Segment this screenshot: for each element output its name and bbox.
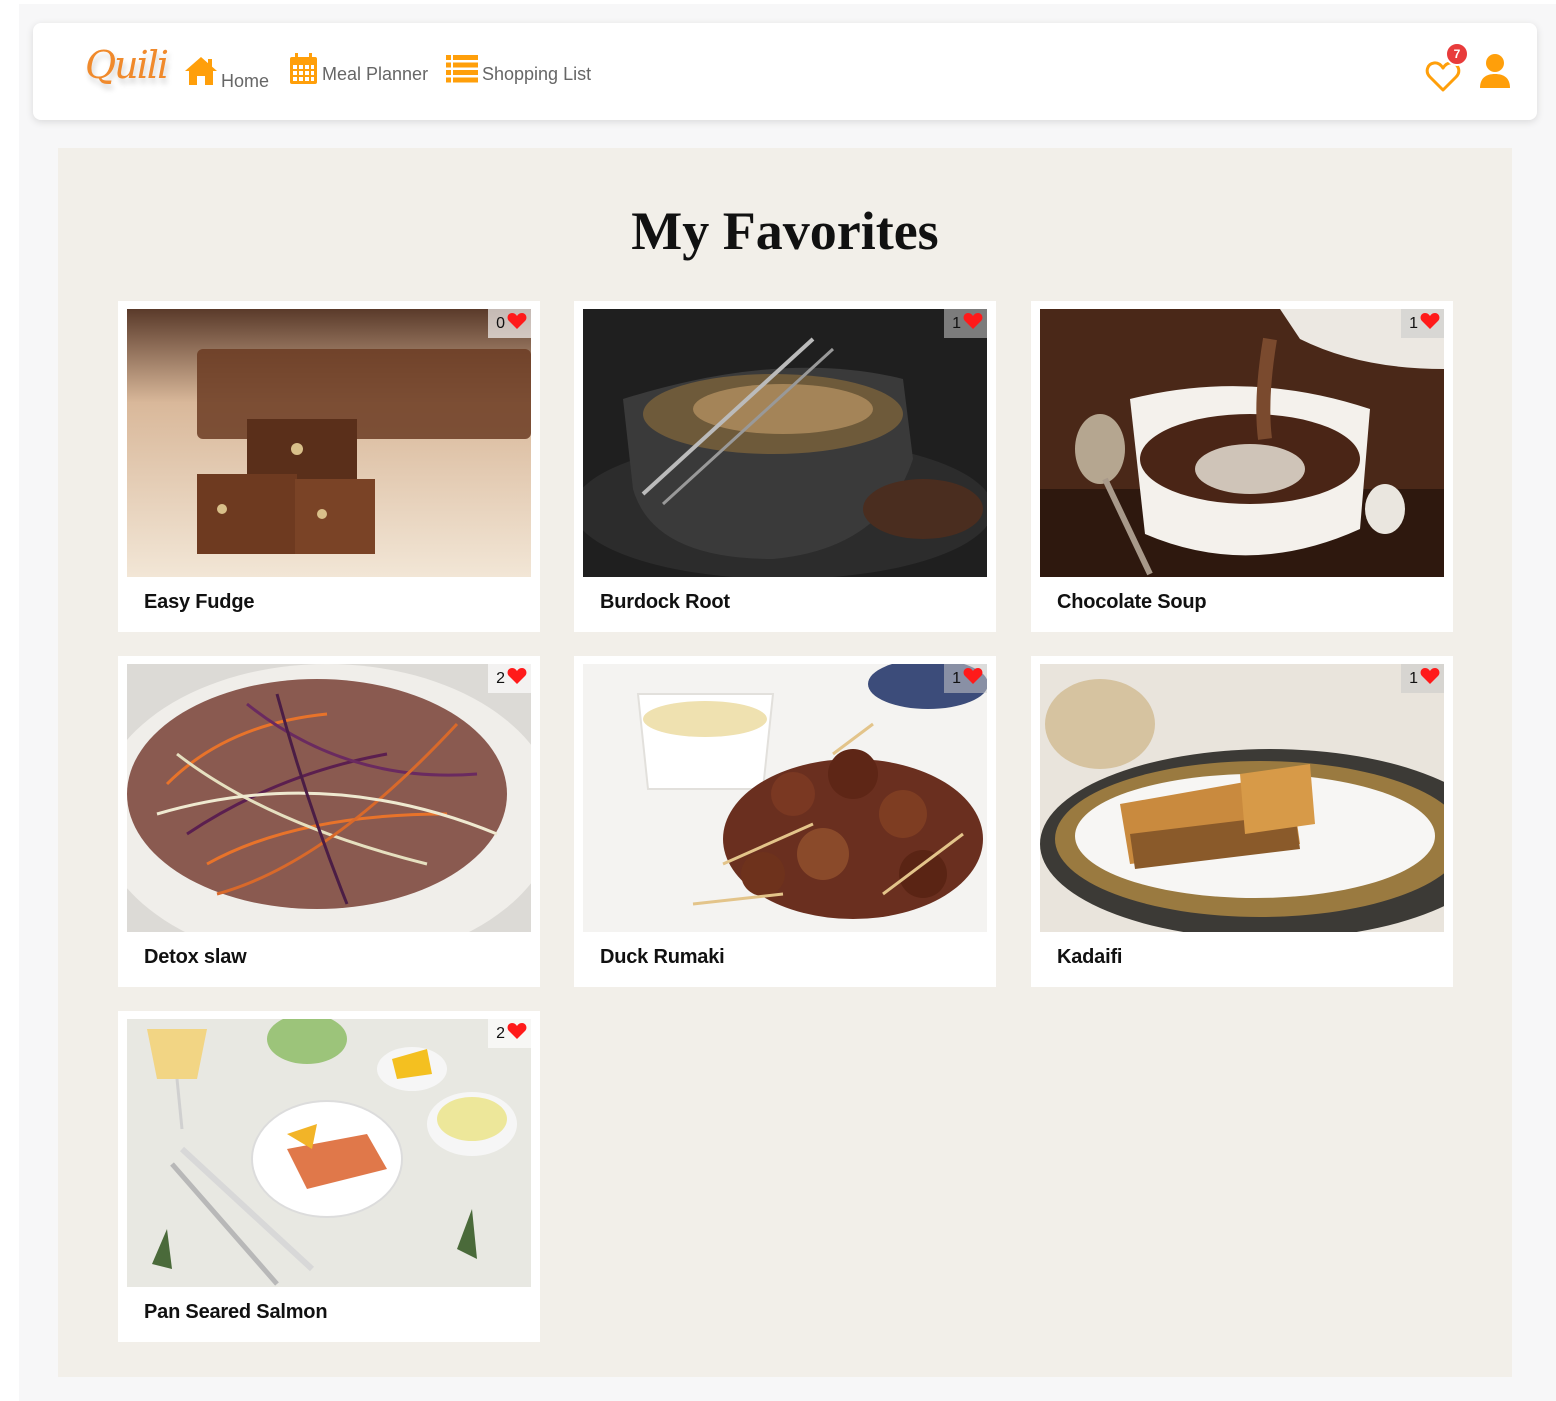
likes-counter[interactable]: 0	[488, 309, 531, 338]
favorites-button[interactable]: 7	[1425, 42, 1475, 92]
likes-count: 2	[496, 1024, 505, 1042]
likes-count: 1	[1409, 314, 1418, 332]
user-icon	[1478, 54, 1512, 93]
heart-icon	[963, 312, 983, 335]
nav-shopping-list-link[interactable]: Shopping List	[446, 55, 591, 88]
likes-count: 0	[496, 314, 505, 332]
recipe-card-easy-fudge[interactable]: 0 Easy Fudge	[118, 301, 540, 632]
user-account-button[interactable]	[1478, 53, 1512, 89]
heart-icon	[507, 312, 527, 335]
likes-counter[interactable]: 2	[488, 1019, 531, 1048]
recipe-card-duck-rumaki[interactable]: 1 Duck Rumaki	[574, 656, 996, 987]
recipe-name: Chocolate Soup	[1057, 591, 1207, 613]
quili-logo[interactable]: Quili	[85, 41, 169, 97]
nav-shopping-list-label: Shopping List	[482, 63, 592, 84]
likes-count: 1	[1409, 669, 1418, 687]
heart-icon	[1420, 667, 1440, 690]
likes-count: 2	[496, 669, 505, 687]
favorites-count-badge: 7	[1445, 42, 1469, 66]
heart-icon	[507, 667, 527, 690]
heart-icon	[507, 1022, 527, 1045]
likes-counter[interactable]: 2	[488, 664, 531, 693]
recipe-card-chocolate-soup[interactable]: 1 Chocolate Soup	[1031, 301, 1453, 632]
top-navbar: Quili Home Meal Planner Shopping List 7	[33, 23, 1537, 120]
favorites-section: My Favorites 0 Easy Fudge 1 Burdock Root…	[58, 148, 1512, 1377]
recipe-image	[127, 664, 531, 932]
likes-counter[interactable]: 1	[944, 664, 987, 693]
recipe-name: Detox slaw	[144, 946, 247, 968]
heart-icon	[963, 667, 983, 690]
page-title: My Favorites	[631, 201, 939, 261]
recipe-card-pan-seared-salmon[interactable]: 2 Pan Seared Salmon	[118, 1011, 540, 1342]
nav-meal-planner-label: Meal Planner	[322, 63, 429, 84]
logo-text: Quili	[85, 43, 169, 87]
recipe-name: Pan Seared Salmon	[144, 1301, 328, 1323]
list-icon	[446, 55, 478, 88]
likes-counter[interactable]: 1	[944, 309, 987, 338]
recipe-name: Kadaifi	[1057, 946, 1123, 968]
recipe-image	[583, 664, 987, 932]
recipe-card-burdock-root[interactable]: 1 Burdock Root	[574, 301, 996, 632]
recipe-image	[127, 1019, 531, 1287]
calendar-icon	[289, 53, 318, 90]
likes-count: 1	[952, 314, 961, 332]
recipe-name: Burdock Root	[600, 591, 730, 613]
likes-counter[interactable]: 1	[1401, 309, 1444, 338]
recipe-image	[1040, 309, 1444, 577]
recipe-card-kadaifi[interactable]: 1 Kadaifi	[1031, 656, 1453, 987]
recipe-name: Duck Rumaki	[600, 946, 725, 968]
heart-icon	[1420, 312, 1440, 335]
recipe-card-detox-slaw[interactable]: 2 Detox slaw	[118, 656, 540, 987]
recipe-name: Easy Fudge	[144, 591, 255, 613]
nav-home-link[interactable]: Home	[183, 55, 269, 92]
home-icon	[183, 55, 219, 92]
recipe-image	[1040, 664, 1444, 932]
recipe-image	[583, 309, 987, 577]
recipe-image	[127, 309, 531, 577]
nav-meal-planner-link[interactable]: Meal Planner	[289, 53, 428, 90]
likes-count: 1	[952, 669, 961, 687]
likes-counter[interactable]: 1	[1401, 664, 1444, 693]
nav-home-label: Home	[221, 70, 270, 91]
